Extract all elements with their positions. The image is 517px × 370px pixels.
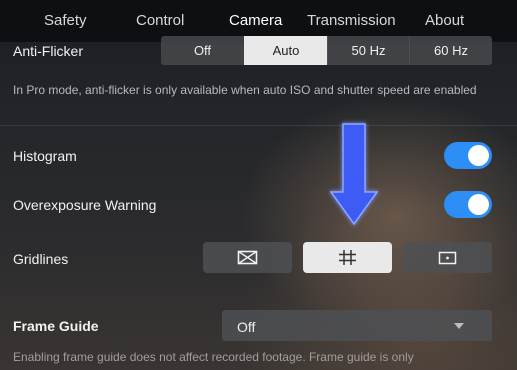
toggle-knob [468,194,489,215]
anti-flicker-off-option[interactable]: Off [161,36,244,65]
frame-guide-footnote: Enabling frame guide does not affect rec… [13,350,414,364]
divider [0,125,517,126]
histogram-toggle[interactable] [444,142,492,169]
gridlines-grid-option[interactable] [303,242,392,273]
overexposure-warning-label: Overexposure Warning [13,197,157,213]
gridlines-center-point-option[interactable] [403,242,492,273]
tab-control[interactable]: Control [136,12,184,29]
histogram-label: Histogram [13,148,77,164]
center-point-icon [438,251,457,265]
anti-flicker-auto-option[interactable]: Auto [244,36,327,65]
anti-flicker-50hz-option[interactable]: 50 Hz [327,36,409,65]
overexposure-warning-toggle[interactable] [444,191,492,218]
chevron-down-icon [454,323,464,329]
tab-safety[interactable]: Safety [44,12,87,29]
anti-flicker-segmented-control: Off Auto 50 Hz 60 Hz [161,36,492,65]
anti-flicker-info-text: In Pro mode, anti-flicker is only availa… [13,83,477,97]
gridlines-label: Gridlines [13,251,69,267]
tab-transmission[interactable]: Transmission [307,12,396,29]
tab-about[interactable]: About [425,12,464,29]
tab-camera[interactable]: Camera [229,12,282,29]
down-arrow-annotation-icon [329,123,379,226]
gridlines-diagonal-option[interactable] [203,242,292,273]
toggle-knob [468,145,489,166]
frame-guide-label: Frame Guide [13,318,99,334]
diagonal-grid-icon [237,250,258,265]
frame-guide-value: Off [237,319,256,335]
frame-guide-dropdown[interactable]: Off [222,310,492,341]
anti-flicker-60hz-option[interactable]: 60 Hz [409,36,492,65]
anti-flicker-label: Anti-Flicker [13,43,84,59]
grid-icon [339,250,356,265]
